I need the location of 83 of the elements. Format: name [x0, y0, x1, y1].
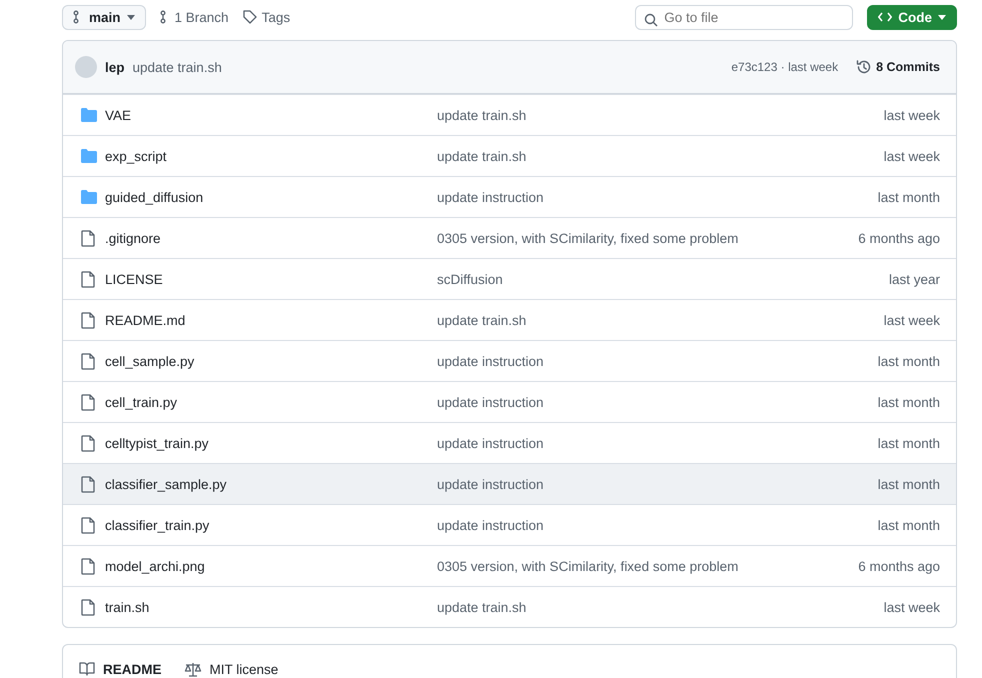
commit-date: 6 months ago — [858, 230, 940, 246]
commit-date: last month — [878, 436, 940, 450]
branch-selector[interactable]: main — [62, 4, 146, 30]
caret-icon — [938, 14, 946, 20]
commit-message[interactable]: update instruction — [437, 476, 878, 492]
commit-date: last week — [884, 600, 940, 614]
file-name[interactable]: .gitignore — [105, 230, 437, 246]
file-name[interactable]: celltypist_train.py — [105, 436, 437, 450]
commit-date: last month — [878, 190, 940, 204]
file-name[interactable]: LICENSE — [105, 272, 437, 286]
tags-link[interactable]: Tags — [242, 10, 290, 24]
file-name[interactable]: classifier_train.py — [105, 518, 437, 532]
commit-message[interactable]: update instruction — [437, 394, 878, 410]
code-button[interactable]: Code — [867, 4, 957, 30]
file-name[interactable]: classifier_sample.py — [105, 476, 437, 492]
commit-message[interactable]: update instruction — [437, 354, 878, 368]
file-name[interactable]: model_archi.png — [105, 558, 437, 574]
search-field[interactable]: Go to file — [635, 4, 854, 30]
commit-date: last year — [888, 272, 940, 286]
file-icon — [81, 476, 95, 492]
file-row[interactable]: .gitignore 0305 version, with SCimilarity, fixed some problem 6 months ago — [63, 217, 956, 258]
file-row[interactable]: train.sh update train.sh last week — [63, 586, 956, 627]
commit-date: last month — [878, 476, 940, 492]
commit-date: last week — [884, 148, 940, 164]
commit-date: last week — [884, 312, 940, 328]
file-row[interactable]: LICENSE scDiffusion last year — [63, 258, 956, 299]
file-icon — [81, 312, 95, 328]
commit-date: 6 months ago — [858, 558, 940, 574]
file-icon — [81, 598, 95, 616]
file-name[interactable]: README.md — [105, 312, 437, 328]
commit-message[interactable]: update instruction — [437, 190, 878, 204]
commit-author[interactable]: lep — [105, 60, 125, 74]
code-icon — [878, 12, 892, 22]
file-icon — [81, 394, 95, 410]
avatar — [75, 56, 97, 78]
caret-icon — [126, 14, 135, 20]
file-row[interactable]: classifier_train.py update instruction last month — [63, 504, 956, 545]
commit-message[interactable]: update train.sh — [437, 600, 884, 614]
file-row[interactable]: exp_script update train.sh last week — [63, 135, 956, 176]
book-icon — [79, 662, 95, 676]
file-icon — [81, 230, 95, 246]
file-name[interactable]: exp_script — [105, 148, 437, 164]
file-row[interactable]: classifier_sample.py update instruction last month — [63, 463, 956, 504]
file-name[interactable]: train.sh — [105, 600, 437, 614]
file-row[interactable]: cell_sample.py update instruction last month — [63, 340, 956, 381]
commit-date: last week — [884, 108, 940, 122]
commit-message[interactable]: 0305 version, with SCimilarity, fixed some problem — [437, 230, 858, 246]
file-row[interactable]: README.md update train.sh last week — [63, 299, 956, 340]
file-row[interactable]: VAE update train.sh last week — [63, 94, 956, 135]
readme-tab[interactable]: MIT license — [184, 662, 278, 676]
file-name[interactable]: cell_sample.py — [105, 354, 437, 368]
commit-message[interactable]: update train.sh — [437, 312, 884, 328]
file-icon — [81, 434, 95, 452]
readme-tab[interactable]: README — [79, 662, 162, 676]
folder-icon — [81, 190, 97, 204]
commit-message[interactable]: scDiffusion — [437, 272, 889, 286]
commit-message[interactable]: 0305 version, with SCimilarity, fixed some problem — [437, 558, 858, 574]
file-icon — [81, 558, 95, 574]
file-row[interactable]: model_archi.png 0305 version, with SCimilarity, fixed some problem 6 months ago — [63, 545, 956, 586]
commit-hash[interactable]: e73c123 · last week — [731, 60, 838, 74]
folder-icon — [81, 108, 97, 122]
commit-message[interactable]: update instruction — [437, 436, 878, 450]
commit-message[interactable]: update train.sh — [437, 148, 884, 164]
file-name[interactable]: cell_train.py — [105, 394, 437, 410]
tag-icon — [242, 10, 257, 24]
commit-date: last month — [878, 518, 940, 532]
scale-icon — [184, 662, 202, 676]
history-icon — [856, 59, 872, 75]
commit-message[interactable]: update instruction — [437, 518, 878, 532]
file-name[interactable]: VAE — [105, 108, 437, 122]
commit-date: last month — [878, 354, 940, 368]
file-row[interactable]: guided_diffusion update instruction last month — [63, 176, 956, 217]
folder-icon — [81, 149, 97, 163]
file-name[interactable]: guided_diffusion — [105, 190, 437, 204]
commit-message[interactable]: update train.sh — [132, 60, 222, 74]
commits-link[interactable]: 8 Commits — [856, 59, 940, 75]
commit-message[interactable]: update train.sh — [437, 108, 884, 122]
file-icon — [81, 352, 95, 370]
file-row[interactable]: cell_train.py update instruction last month — [63, 381, 956, 422]
file-icon — [81, 270, 95, 288]
file-icon — [81, 516, 95, 534]
branches-link[interactable]: 1 Branch — [160, 10, 229, 24]
commit-date: last month — [878, 394, 940, 410]
